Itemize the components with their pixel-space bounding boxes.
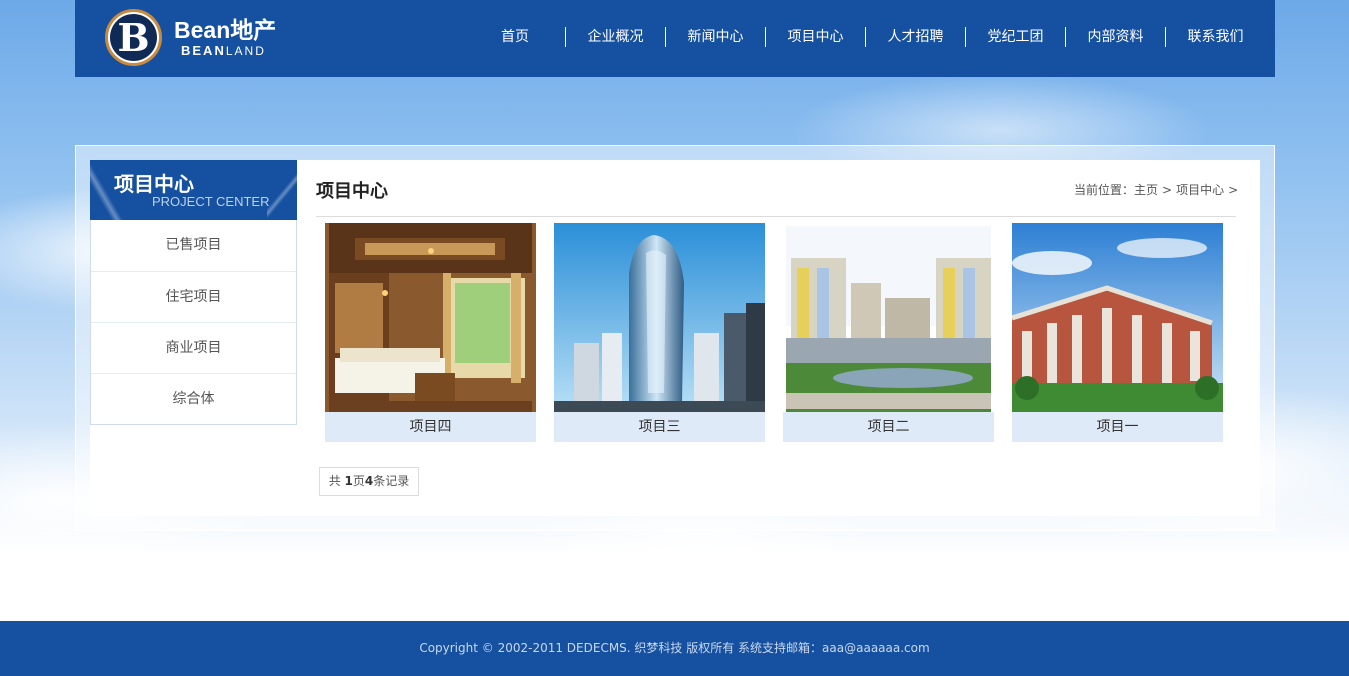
nav-item-company[interactable]: 企业概况	[565, 27, 665, 47]
page-title: 项目中心	[316, 181, 388, 202]
logo-subtitle: BEANLAND	[181, 43, 266, 58]
breadcrumb-separator: >	[1228, 183, 1239, 197]
project-card[interactable]: 项目二	[783, 223, 994, 442]
nav-item-party[interactable]: 党纪工团	[965, 27, 1065, 47]
nav-item-projects[interactable]: 项目中心	[765, 27, 865, 47]
footer-copyright: Copyright © 2002-2011 DEDECMS. 织梦科技 版权所有…	[419, 641, 930, 655]
breadcrumb-prefix: 当前位置：	[1074, 183, 1135, 197]
title-divider	[316, 216, 1236, 217]
breadcrumb: 当前位置：主页 > 项目中心 >	[1074, 181, 1242, 198]
site-logo[interactable]: B Bean地产 BEANLAND	[105, 9, 305, 67]
project-caption[interactable]: 项目四	[325, 412, 536, 442]
pagination-info: 共 1页4条记录	[319, 467, 419, 496]
sidebar-header: 项目中心 PROJECT CENTER	[90, 160, 297, 220]
project-card[interactable]: 项目一	[1012, 223, 1223, 442]
project-caption[interactable]: 项目一	[1012, 412, 1223, 442]
project-caption[interactable]: 项目三	[554, 412, 765, 442]
sidebar: 项目中心 PROJECT CENTER 已售项目 住宅项目 商业项目 综合体	[90, 160, 297, 425]
project-card[interactable]: 项目四	[325, 223, 536, 442]
sidebar-subtitle: PROJECT CENTER	[152, 194, 270, 209]
project-image-skyscraper[interactable]	[554, 223, 765, 412]
sidebar-item-sold[interactable]: 已售项目	[91, 220, 296, 271]
project-image-residential[interactable]	[783, 223, 994, 412]
nav-item-home[interactable]: 首页	[465, 27, 565, 47]
nav-item-contact[interactable]: 联系我们	[1165, 27, 1265, 47]
main-nav: 首页 企业概况 新闻中心 项目中心 人才招聘 党纪工团 内部资料 联系我们	[465, 27, 1265, 47]
project-card[interactable]: 项目三	[554, 223, 765, 442]
project-image-apartment[interactable]	[1012, 223, 1223, 412]
logo-emblem: B	[105, 9, 162, 66]
site-footer: Copyright © 2002-2011 DEDECMS. 织梦科技 版权所有…	[0, 621, 1349, 676]
sidebar-item-complex[interactable]: 综合体	[91, 373, 296, 424]
site-header: B Bean地产 BEANLAND 首页 企业概况 新闻中心 项目中心 人才招聘…	[75, 0, 1275, 77]
nav-item-internal[interactable]: 内部资料	[1065, 27, 1165, 47]
logo-title: Bean地产	[174, 17, 277, 43]
breadcrumb-home-link[interactable]: 主页	[1134, 183, 1158, 197]
breadcrumb-separator: >	[1162, 183, 1173, 197]
nav-item-careers[interactable]: 人才招聘	[865, 27, 965, 47]
sidebar-list: 已售项目 住宅项目 商业项目 综合体	[90, 220, 297, 425]
sidebar-title: 项目中心	[114, 172, 194, 196]
breadcrumb-current-link[interactable]: 项目中心	[1176, 183, 1224, 197]
sidebar-item-commercial[interactable]: 商业项目	[91, 322, 296, 373]
sidebar-item-residential[interactable]: 住宅项目	[91, 271, 296, 322]
nav-item-news[interactable]: 新闻中心	[665, 27, 765, 47]
logo-letter: B	[110, 14, 157, 61]
project-image-bedroom[interactable]	[325, 223, 536, 412]
project-caption[interactable]: 项目二	[783, 412, 994, 442]
